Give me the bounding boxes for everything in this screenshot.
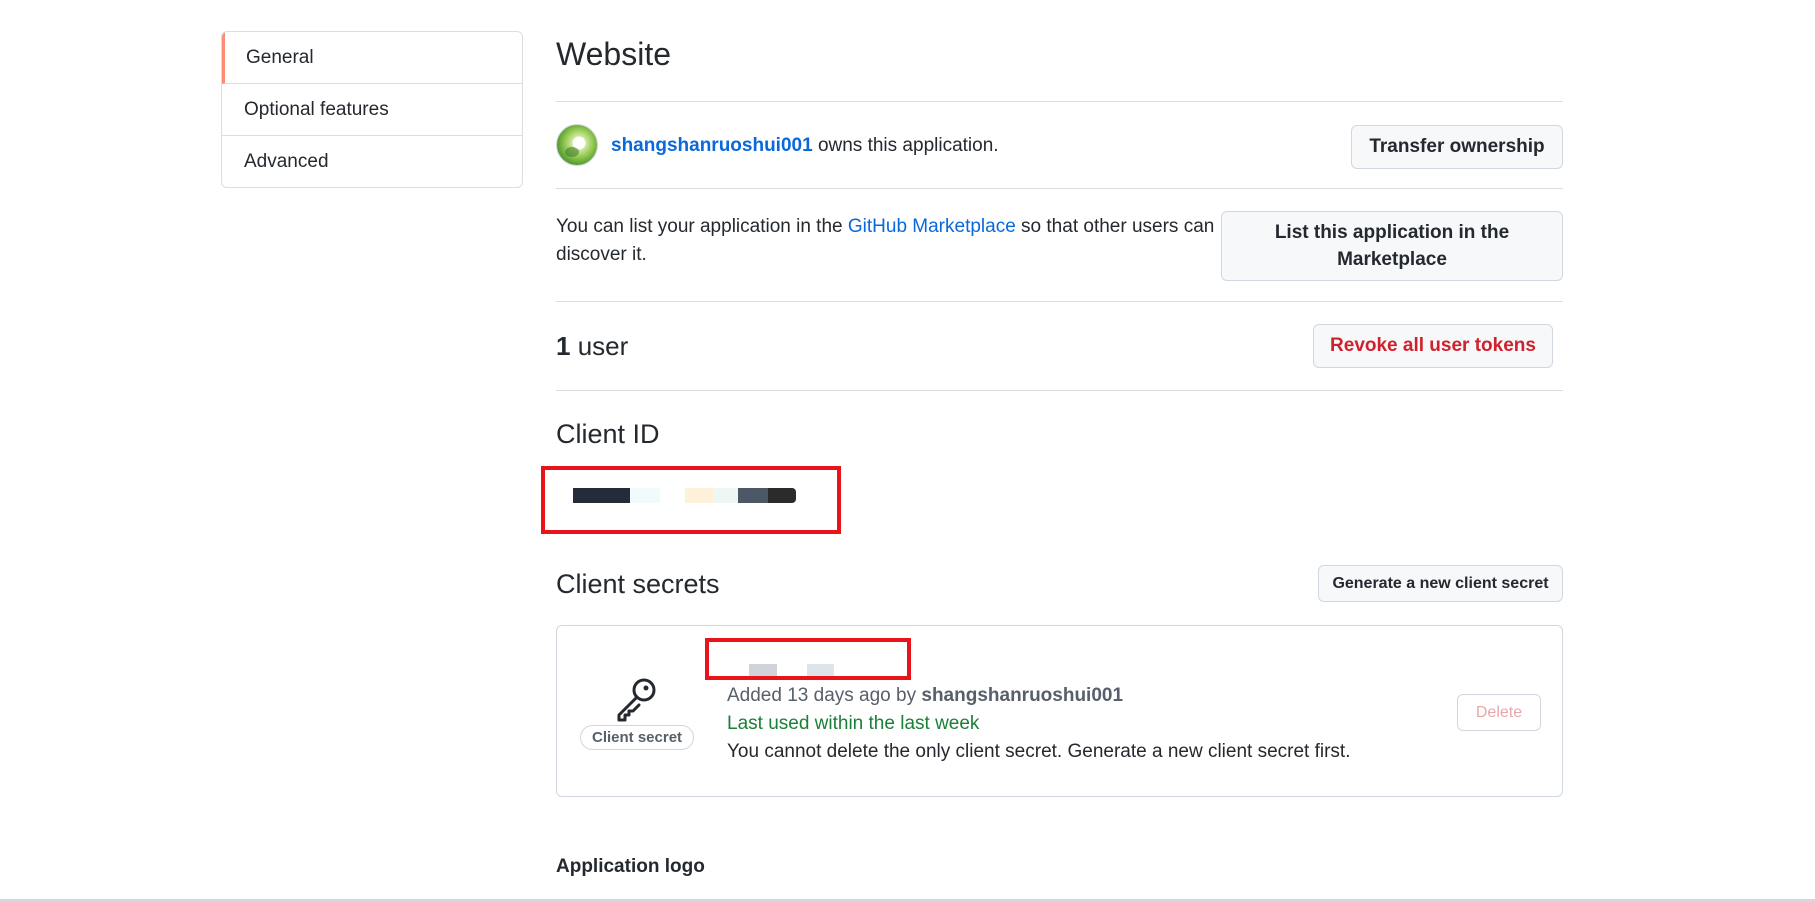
redacted-block bbox=[738, 488, 768, 503]
page-title: Website bbox=[556, 36, 672, 72]
user-count: 1 user bbox=[556, 331, 628, 362]
redacted-block bbox=[807, 664, 834, 676]
github-marketplace-link[interactable]: GitHub Marketplace bbox=[848, 216, 1016, 237]
redacted-block bbox=[630, 488, 660, 503]
application-logo-heading: Application logo bbox=[556, 856, 705, 877]
divider bbox=[556, 301, 1563, 302]
user-count-label: user bbox=[570, 331, 629, 361]
redacted-block bbox=[685, 488, 713, 503]
application-settings-page: General Optional features Advanced Websi… bbox=[0, 0, 1815, 902]
divider bbox=[556, 390, 1563, 391]
client-secret-card: Client secret Added 13 days ago by shang… bbox=[556, 625, 1563, 797]
sidebar-item-label: Optional features bbox=[244, 98, 389, 120]
transfer-ownership-button[interactable]: Transfer ownership bbox=[1351, 125, 1563, 169]
redacted-block bbox=[573, 488, 630, 503]
owner-username-link[interactable]: shangshanruoshui001 bbox=[611, 135, 813, 156]
sidebar-item-advanced[interactable]: Advanced bbox=[222, 136, 522, 187]
client-secrets-heading: Client secrets bbox=[556, 569, 720, 599]
client-secret-redaction-frame bbox=[705, 638, 911, 680]
marketplace-description: You can list your application in the Git… bbox=[556, 213, 1226, 269]
avatar[interactable] bbox=[556, 124, 598, 166]
marketplace-text-before: You can list your application in the bbox=[556, 216, 848, 237]
delete-secret-button[interactable]: Delete bbox=[1457, 694, 1541, 731]
redacted-block bbox=[749, 664, 777, 676]
divider bbox=[556, 188, 1563, 189]
sidebar-item-optional-features[interactable]: Optional features bbox=[222, 84, 522, 136]
settings-main: Website shangshanruoshui001 owns this ap… bbox=[541, 0, 1563, 902]
secret-last-used: Last used within the last week bbox=[727, 713, 980, 734]
sidebar-item-label: Advanced bbox=[244, 150, 329, 172]
sidebar-item-general[interactable]: General bbox=[222, 32, 522, 84]
secret-delete-note: You cannot delete the only client secret… bbox=[727, 741, 1351, 762]
settings-sidebar: General Optional features Advanced bbox=[221, 31, 523, 188]
client-id-heading: Client ID bbox=[556, 419, 660, 449]
owner-text: shangshanruoshui001 owns this applicatio… bbox=[611, 135, 999, 157]
client-id-redaction-frame bbox=[541, 466, 841, 534]
sidebar-item-label: General bbox=[246, 46, 314, 68]
revoke-all-user-tokens-button[interactable]: Revoke all user tokens bbox=[1313, 324, 1553, 368]
owner-suffix: owns this application. bbox=[812, 135, 999, 156]
secret-added-by: shangshanruoshui001 bbox=[921, 685, 1124, 706]
client-secret-details: Added 13 days ago by shangshanruoshui001… bbox=[727, 682, 1350, 766]
redacted-block bbox=[713, 488, 738, 503]
secret-added-prefix: Added 13 days ago by bbox=[727, 685, 922, 706]
list-in-marketplace-button[interactable]: List this application in the Marketplace bbox=[1221, 211, 1563, 281]
key-icon bbox=[617, 678, 656, 722]
redacted-block bbox=[768, 488, 796, 503]
generate-client-secret-button[interactable]: Generate a new client secret bbox=[1318, 565, 1563, 602]
divider bbox=[556, 101, 1563, 102]
client-secret-badge: Client secret bbox=[580, 725, 695, 750]
secret-added-line: Added 13 days ago by shangshanruoshui001 bbox=[727, 682, 1350, 710]
user-count-number: 1 bbox=[556, 331, 571, 361]
